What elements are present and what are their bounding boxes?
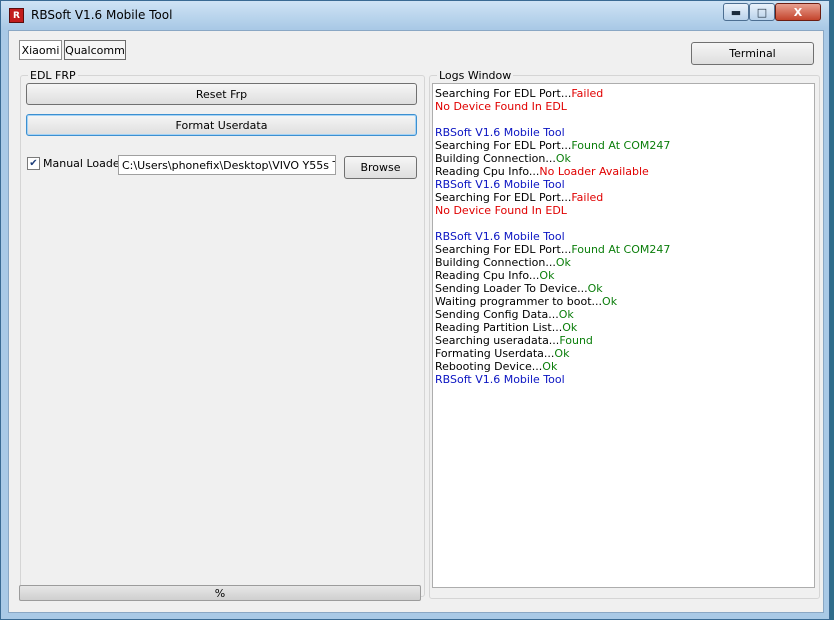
close-button[interactable]: X (775, 3, 821, 21)
log-segment: Ok (539, 269, 555, 282)
log-line: Reading Partition List...Ok (435, 321, 812, 334)
log-segment: RBSoft V1.6 Mobile Tool (435, 373, 565, 386)
log-segment: Rebooting Device... (435, 360, 543, 373)
log-line: RBSoft V1.6 Mobile Tool (435, 126, 812, 139)
log-segment: Searching For EDL Port... (435, 191, 572, 204)
log-segment: Searching For EDL Port... (435, 139, 572, 152)
log-line: Rebooting Device...Ok (435, 360, 812, 373)
browse-button[interactable]: Browse (344, 156, 417, 179)
log-segment: RBSoft V1.6 Mobile Tool (435, 230, 565, 243)
title-bar[interactable]: R RBSoft V1.6 Mobile Tool ▬ □ X (1, 1, 829, 29)
log-segment: Ok (558, 308, 574, 321)
log-line: Searching For EDL Port...Failed (435, 87, 812, 100)
log-line: Searching For EDL Port...Found At COM247 (435, 243, 812, 256)
log-line: Searching For EDL Port...Failed (435, 191, 812, 204)
log-segment: Ok (555, 256, 571, 269)
log-segment: Ok (542, 360, 558, 373)
log-output[interactable]: Searching For EDL Port...Failed No Device… (432, 83, 815, 588)
log-line: Formating Userdata...Ok (435, 347, 812, 360)
log-segment: RBSoft V1.6 Mobile Tool (435, 178, 565, 191)
log-segment: Building Connection... (435, 152, 556, 165)
log-segment: Waiting programmer to boot... (435, 295, 603, 308)
log-segment: Searching For EDL Port... (435, 87, 572, 100)
progress-text: % (214, 587, 226, 600)
log-segment: Ok (587, 282, 603, 295)
reset-frp-button[interactable]: Reset Frp (26, 83, 417, 105)
client-area: Xiaomi Qualcomm Terminal EDL FRP Reset F… (8, 30, 824, 613)
terminal-button[interactable]: Terminal (691, 42, 814, 65)
log-segment: Reading Cpu Info... (435, 165, 540, 178)
log-segment: Sending Config Data... (435, 308, 559, 321)
log-line: Reading Cpu Info...No Loader Available (435, 165, 812, 178)
logs-window-group-label: Logs Window (437, 69, 514, 82)
edl-frp-group-label: EDL FRP (28, 69, 78, 82)
log-line: RBSoft V1.6 Mobile Tool (435, 178, 812, 191)
log-segment: No Loader Available (539, 165, 649, 178)
log-segment: Found At COM247 (571, 243, 671, 256)
log-segment: Reading Partition List... (435, 321, 563, 334)
log-segment: Sending Loader To Device... (435, 282, 588, 295)
manual-loader-checkbox[interactable]: ✔ (27, 157, 40, 170)
log-segment: Ok (562, 321, 578, 334)
log-line: RBSoft V1.6 Mobile Tool (435, 373, 812, 386)
log-segment: RBSoft V1.6 Mobile Tool (435, 126, 565, 139)
log-segment: Formating Userdata... (435, 347, 555, 360)
log-segment: Failed (571, 191, 604, 204)
log-segment: Ok (602, 295, 618, 308)
log-segment: Ok (555, 152, 571, 165)
progress-bar: % (19, 585, 421, 601)
tab-qualcomm[interactable]: Qualcomm (64, 40, 126, 60)
log-line: Searching For EDL Port...Found At COM247 (435, 139, 812, 152)
log-line: Reading Cpu Info...Ok (435, 269, 812, 282)
log-segment: No Device Found In EDL (435, 204, 567, 217)
log-segment: Found (559, 334, 593, 347)
log-segment: No Device Found In EDL (435, 100, 567, 113)
app-logo-icon: R (9, 8, 24, 23)
tab-xiaomi[interactable]: Xiaomi (19, 40, 62, 60)
log-line: Sending Config Data...Ok (435, 308, 812, 321)
app-window: R RBSoft V1.6 Mobile Tool ▬ □ X Xiaomi Q… (0, 0, 830, 620)
log-segment: Building Connection... (435, 256, 556, 269)
log-segment: Searching For EDL Port... (435, 243, 572, 256)
log-line: Building Connection...Ok (435, 256, 812, 269)
log-line: No Device Found In EDL (435, 100, 812, 113)
loader-path-input[interactable]: C:\Users\phonefix\Desktop\VIVO Y55s TOOL (118, 155, 336, 175)
edl-frp-group: EDL FRP (20, 69, 425, 597)
log-line: Building Connection...Ok (435, 152, 812, 165)
window-title: RBSoft V1.6 Mobile Tool (31, 8, 173, 22)
log-line: RBSoft V1.6 Mobile Tool (435, 230, 812, 243)
log-segment: Searching useradata... (435, 334, 560, 347)
maximize-button[interactable]: □ (749, 3, 775, 21)
log-line: Sending Loader To Device...Ok (435, 282, 812, 295)
log-segment: Ok (554, 347, 570, 360)
minimize-button[interactable]: ▬ (723, 3, 749, 21)
log-line: Waiting programmer to boot...Ok (435, 295, 812, 308)
manual-loader-label: Manual Loader (43, 157, 125, 170)
log-line: Searching useradata...Found (435, 334, 812, 347)
log-line: No Device Found In EDL (435, 204, 812, 217)
log-segment: Found At COM247 (571, 139, 671, 152)
log-segment: Reading Cpu Info... (435, 269, 540, 282)
format-userdata-button[interactable]: Format Userdata (26, 114, 417, 136)
log-segment: Failed (571, 87, 604, 100)
